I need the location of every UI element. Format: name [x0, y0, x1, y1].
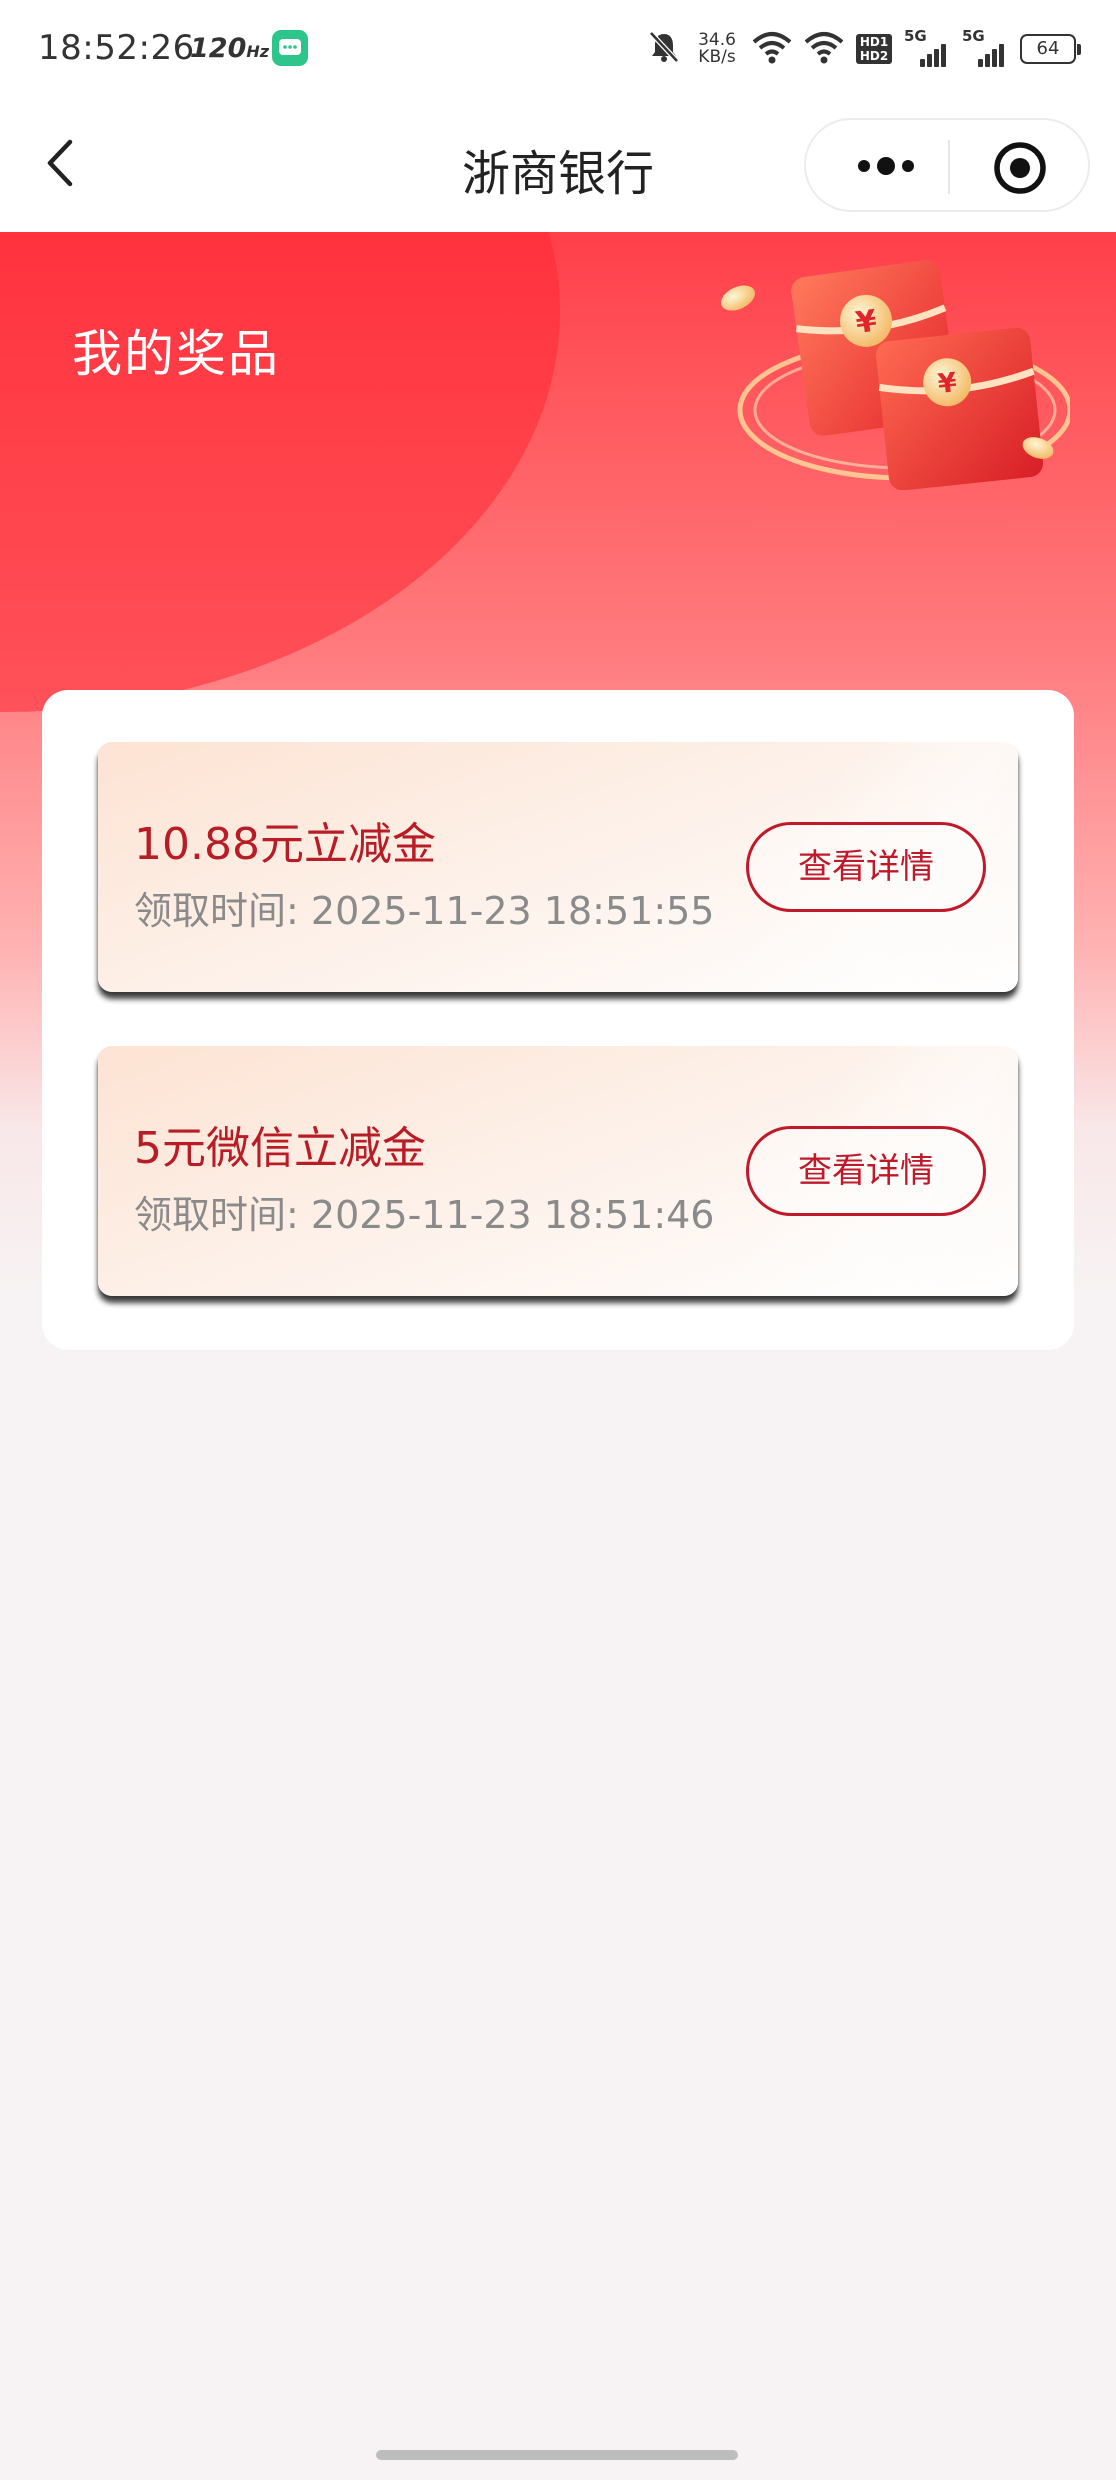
sim1-network-label: 5G [904, 27, 927, 45]
claim-time-label: 领取时间: [134, 889, 311, 933]
view-details-button[interactable]: 查看详情 [746, 822, 986, 912]
refresh-rate-value: 120 [190, 33, 247, 64]
status-time: 18:52:26 [38, 28, 195, 68]
svg-text:¥: ¥ [936, 367, 958, 400]
prize-claim-time: 领取时间: 2025-11-23 18:51:55 [134, 880, 714, 935]
target-close-icon [994, 142, 1046, 194]
hd-label-1: HD1 [859, 35, 889, 49]
signal-icon: 5G [904, 27, 950, 67]
status-icons: 34.6 KB/s HD1 HD2 5G 5G 64 [646, 24, 1081, 74]
hd-voice-badge: HD1 HD2 [856, 34, 892, 64]
refresh-rate: 120Hz [190, 33, 269, 64]
refresh-rate-unit: Hz [246, 42, 270, 61]
mini-program-capsule [804, 118, 1090, 212]
claim-time-label: 领取时间: [134, 1193, 311, 1237]
prize-claim-time: 领取时间: 2025-11-23 18:51:46 [134, 1184, 714, 1239]
more-dots-icon [858, 157, 914, 175]
hero-banner: 我的奖品 ¥ ¥ 10.88元立减金 领取时间: 2025-11-23 18:5… [0, 232, 1116, 1432]
hero-decor-circle [0, 232, 560, 712]
status-bar: 18:52:26 120Hz 34.6 KB/s HD1 HD2 5G 5G 6… [0, 0, 1116, 100]
red-envelope-illustration: ¥ ¥ [721, 260, 1070, 490]
prize-list: 10.88元立减金 领取时间: 2025-11-23 18:51:55 查看详情… [42, 690, 1074, 1350]
my-prizes-title: 我的奖品 [72, 325, 280, 383]
prize-card: 5元微信立减金 领取时间: 2025-11-23 18:51:46 查看详情 [98, 1046, 1018, 1296]
wifi-icon [804, 30, 844, 68]
sim2-network-label: 5G [962, 27, 985, 45]
battery-icon: 64 [1020, 34, 1081, 64]
view-details-button[interactable]: 查看详情 [746, 1126, 986, 1216]
network-speed-unit: KB/s [698, 47, 736, 67]
capsule-divider [948, 140, 950, 194]
nav-bar: 浙商银行 [0, 100, 1116, 232]
hd-label-2: HD2 [859, 49, 889, 63]
home-indicator[interactable] [376, 2450, 738, 2460]
prize-card: 10.88元立减金 领取时间: 2025-11-23 18:51:55 查看详情 [98, 742, 1018, 992]
signal-icon: 5G [962, 27, 1008, 67]
claim-time-value: 2025-11-23 18:51:46 [310, 1193, 715, 1237]
close-mini-program-button[interactable] [992, 140, 1048, 196]
claim-time-value: 2025-11-23 18:51:55 [310, 889, 715, 933]
wifi-icon [752, 30, 792, 68]
message-app-icon [272, 30, 308, 66]
more-button[interactable] [846, 144, 926, 188]
bell-muted-icon [646, 29, 682, 69]
network-speed: 34.6 KB/s [694, 32, 740, 66]
prize-name: 10.88元立减金 [134, 819, 436, 870]
prize-name: 5元微信立减金 [134, 1123, 426, 1174]
